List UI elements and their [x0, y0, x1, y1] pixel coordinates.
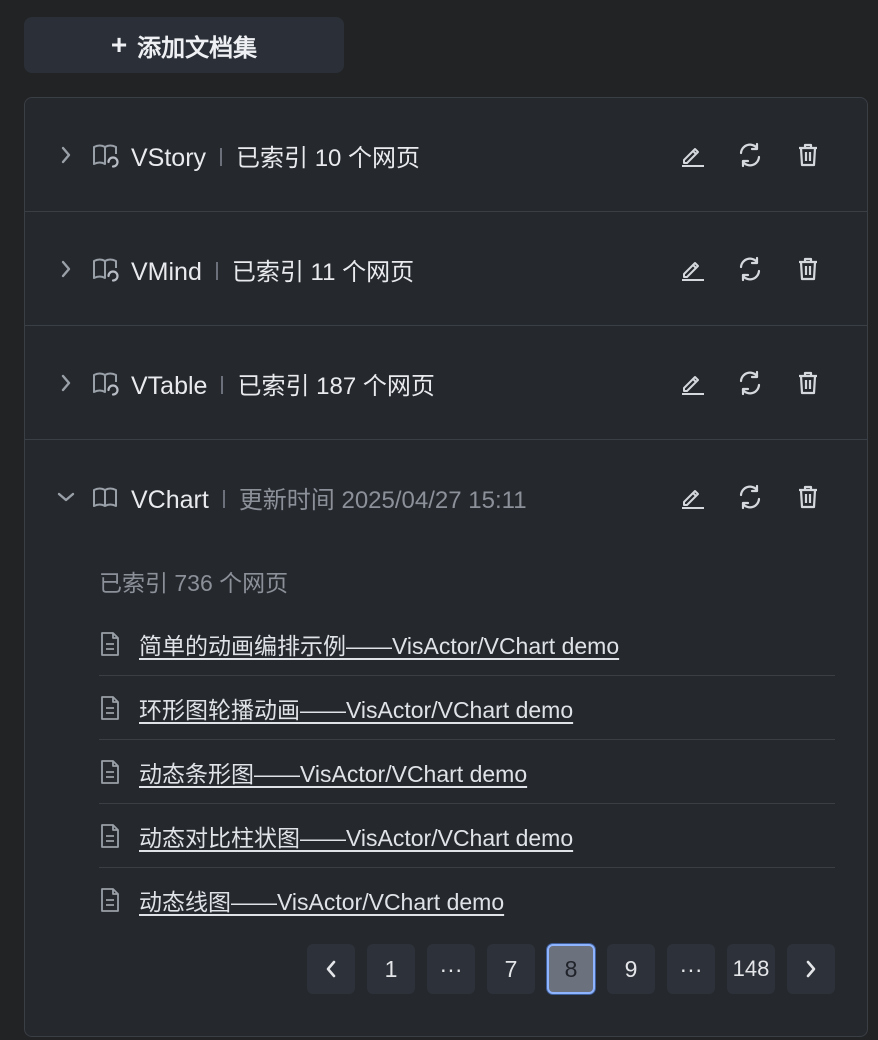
row-actions	[677, 140, 823, 170]
chevron-down-icon[interactable]	[55, 486, 77, 508]
add-collection-label: 添加文档集	[137, 34, 258, 62]
document-list: 简单的动画编排示例——VisActor/VChart demo 环形图轮播动画—…	[99, 612, 835, 932]
plus-icon: +	[110, 29, 128, 60]
chevron-right-icon	[806, 960, 816, 978]
page-button-1[interactable]: 1	[367, 944, 415, 994]
next-page-button[interactable]	[787, 944, 835, 994]
prev-page-button[interactable]	[307, 944, 355, 994]
row-actions	[677, 254, 823, 284]
divider	[220, 147, 223, 166]
book-indexing-icon	[91, 254, 121, 284]
add-collection-button[interactable]: + 添加文档集	[24, 17, 344, 73]
document-link[interactable]: 简单的动画编排示例——VisActor/VChart demo	[139, 627, 619, 661]
edit-icon[interactable]	[677, 140, 707, 170]
collection-name: VStory	[131, 143, 207, 172]
collection-meta: 已索引 10 个网页	[236, 144, 421, 172]
trash-icon[interactable]	[793, 254, 823, 284]
page-button-9[interactable]: 9	[607, 944, 655, 994]
page-ellipsis[interactable]: ···	[427, 944, 475, 994]
divider	[215, 261, 218, 280]
page-button-8-current[interactable]: 8	[547, 944, 595, 994]
refresh-icon[interactable]	[735, 254, 765, 284]
document-link[interactable]: 动态条形图——VisActor/VChart demo	[139, 755, 527, 789]
collection-title: VMind 已索引 11 个网页	[131, 252, 414, 287]
collection-meta: 已索引 187 个网页	[237, 372, 435, 400]
collection-title: VChart 更新时间 2025/04/27 15:11	[131, 480, 527, 515]
trash-icon[interactable]	[793, 482, 823, 512]
collection-updated-time: 更新时间 2025/04/27 15:11	[238, 486, 527, 514]
document-icon	[99, 695, 123, 721]
collection-panel: VStory 已索引 10 个网页 VMind 已索引 11 个网页 VTabl…	[24, 97, 868, 1037]
collection-row-vtable: VTable 已索引 187 个网页	[25, 326, 867, 440]
list-item: 动态条形图——VisActor/VChart demo	[99, 740, 835, 804]
indexed-count: 已索引 736 个网页	[99, 570, 289, 596]
edit-icon[interactable]	[677, 254, 707, 284]
refresh-icon[interactable]	[735, 140, 765, 170]
document-link[interactable]: 动态线图——VisActor/VChart demo	[139, 883, 504, 917]
refresh-icon[interactable]	[735, 368, 765, 398]
book-indexing-icon	[91, 140, 121, 170]
page-button-148[interactable]: 148	[727, 944, 775, 994]
divider	[221, 375, 224, 394]
document-link[interactable]: 环形图轮播动画——VisActor/VChart demo	[139, 691, 573, 725]
chevron-right-icon[interactable]	[55, 144, 77, 166]
document-icon	[99, 631, 123, 657]
row-actions	[677, 482, 823, 512]
page-ellipsis[interactable]: ···	[667, 944, 715, 994]
collection-row-vstory: VStory 已索引 10 个网页	[25, 98, 867, 212]
collection-name: VMind	[131, 257, 202, 286]
document-icon	[99, 887, 123, 913]
list-item: 动态线图——VisActor/VChart demo	[99, 868, 835, 932]
list-item: 简单的动画编排示例——VisActor/VChart demo	[99, 612, 835, 676]
document-icon	[99, 823, 123, 849]
book-icon	[91, 482, 121, 512]
divider	[222, 489, 225, 508]
collection-title: VTable 已索引 187 个网页	[131, 366, 435, 401]
edit-icon[interactable]	[677, 482, 707, 512]
trash-icon[interactable]	[793, 368, 823, 398]
collection-name: VChart	[131, 485, 209, 514]
trash-icon[interactable]	[793, 140, 823, 170]
book-indexing-icon	[91, 368, 121, 398]
collection-name: VTable	[131, 371, 208, 400]
collection-meta: 已索引 11 个网页	[231, 258, 415, 286]
collection-title: VStory 已索引 10 个网页	[131, 138, 420, 173]
document-link[interactable]: 动态对比柱状图——VisActor/VChart demo	[139, 819, 573, 853]
collection-row-vmind: VMind 已索引 11 个网页	[25, 212, 867, 326]
chevron-right-icon[interactable]	[55, 258, 77, 280]
chevron-right-icon[interactable]	[55, 372, 77, 394]
refresh-icon[interactable]	[735, 482, 765, 512]
list-item: 环形图轮播动画——VisActor/VChart demo	[99, 676, 835, 740]
document-icon	[99, 759, 123, 785]
edit-icon[interactable]	[677, 368, 707, 398]
list-item: 动态对比柱状图——VisActor/VChart demo	[99, 804, 835, 868]
pagination: 1 ··· 7 8 9 ··· 148	[307, 944, 835, 994]
row-actions	[677, 368, 823, 398]
page-button-7[interactable]: 7	[487, 944, 535, 994]
chevron-left-icon	[326, 960, 336, 978]
